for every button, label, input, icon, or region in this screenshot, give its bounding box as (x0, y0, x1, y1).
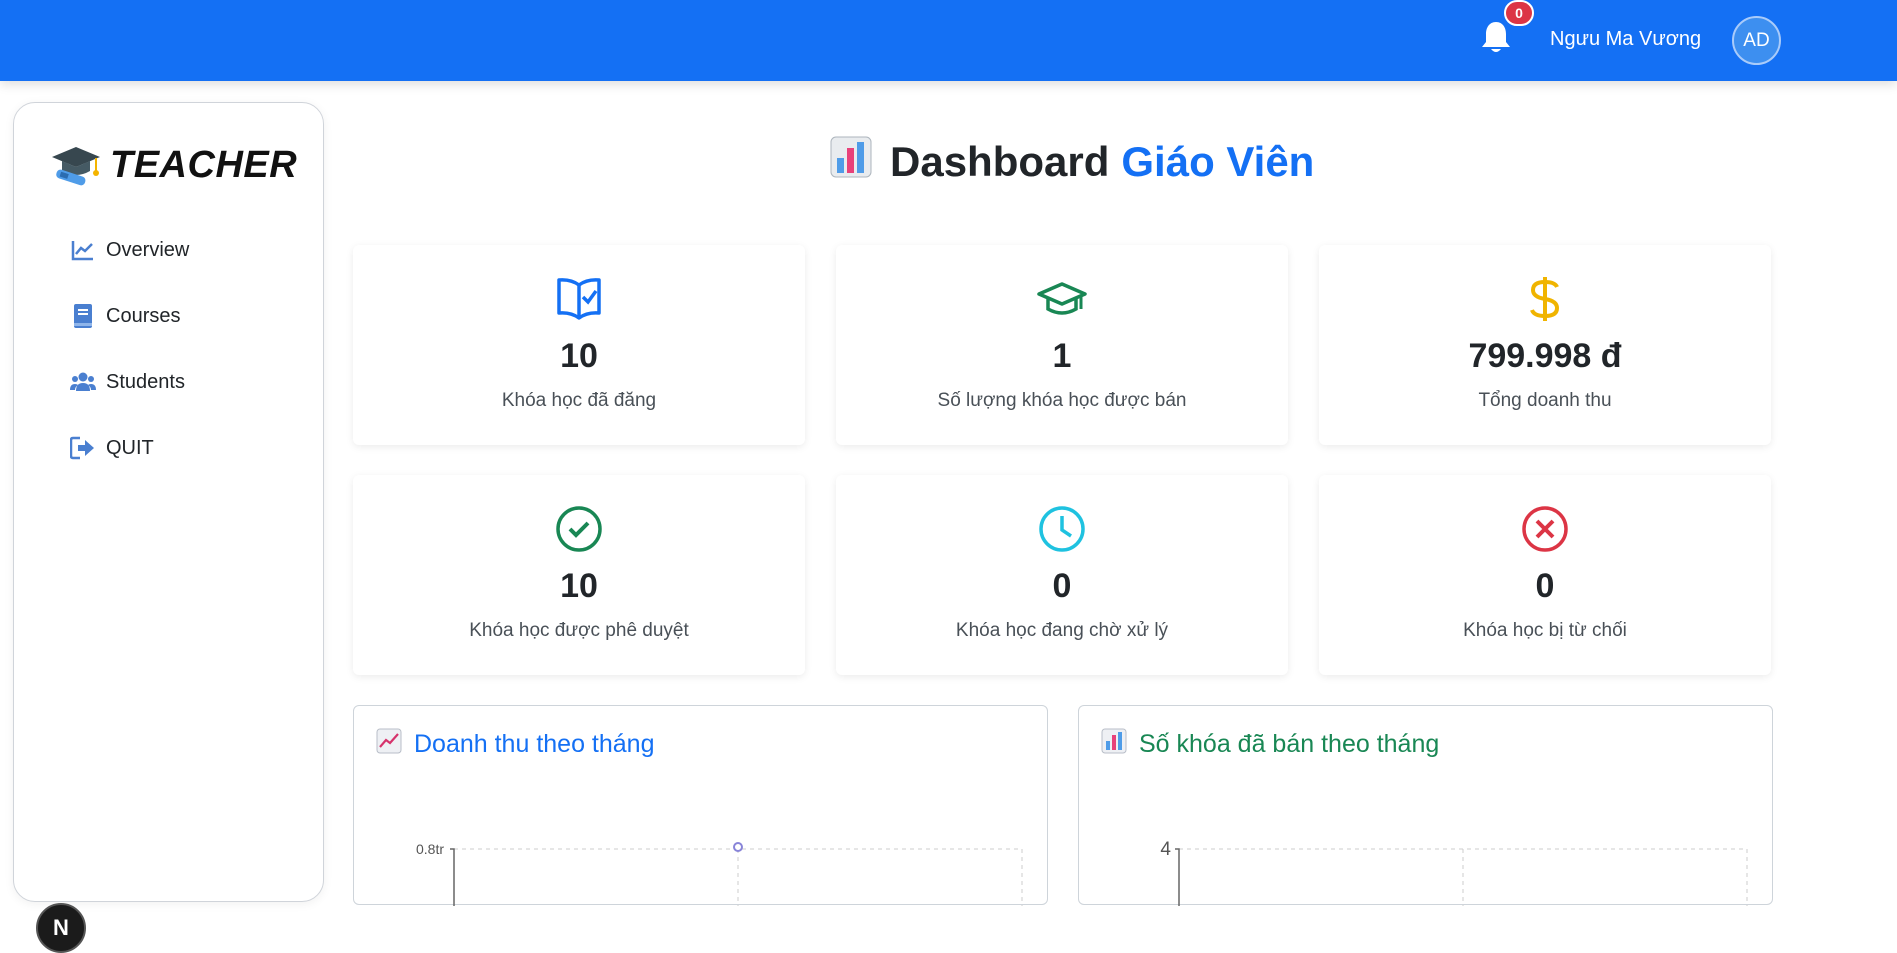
notification-bell-icon[interactable] (1480, 20, 1512, 56)
sold-courses-chart-card: Số khóa đã bán theo tháng 4 (1078, 705, 1773, 906)
stat-label: Khóa học bị từ chối (1463, 620, 1627, 641)
bar-chart-icon (1101, 728, 1127, 761)
page-title: Dashboard Giáo Viên (830, 136, 1314, 188)
sidebar-item-label: Students (106, 370, 185, 393)
stat-value: 10 (560, 337, 598, 375)
sign-out-icon (70, 435, 96, 461)
x-circle-icon (1521, 505, 1569, 553)
revenue-chart-card: Doanh thu theo tháng 0.8tr (353, 705, 1048, 906)
stat-value: 1 (1052, 337, 1072, 375)
stat-card-approved-courses: 10 Khóa học được phê duyệt (353, 475, 805, 675)
stat-label: Khóa học đang chờ xử lý (955, 620, 1169, 641)
y-axis (1175, 848, 1180, 906)
page-title-text: Dashboard (890, 138, 1110, 185)
graduation-cap-icon (50, 143, 102, 187)
stat-value: 799.998 đ (1468, 337, 1622, 375)
check-circle-icon (555, 505, 603, 553)
y-tick-label: 0.8tr (416, 841, 444, 857)
stat-label: Khóa học được phê duyệt (469, 620, 689, 641)
users-icon (70, 369, 96, 395)
dollar-icon (1527, 275, 1563, 323)
bar-chart-icon (830, 136, 872, 188)
stat-card-sold-courses: 1 Số lượng khóa học được bán (836, 245, 1288, 445)
trend-chart-icon (376, 728, 402, 761)
y-tick-label: 4 (1160, 839, 1171, 860)
stat-label: Số lượng khóa học được bán (937, 390, 1187, 411)
notification-count-badge: 0 (1504, 0, 1534, 26)
stat-value: 10 (560, 567, 598, 605)
data-point[interactable] (733, 842, 743, 852)
chart-title-text: Doanh thu theo tháng (414, 730, 655, 758)
clock-icon (1038, 505, 1086, 553)
stat-label: Tổng doanh thu (1478, 390, 1612, 411)
chart-title: Số khóa đã bán theo tháng (1101, 728, 1439, 761)
page-title-highlight: Giáo Viên (1121, 138, 1315, 185)
brand-logo[interactable]: TEACHER (50, 143, 297, 187)
stat-card-pending-courses: 0 Khóa học đang chờ xử lý (836, 475, 1288, 675)
sidebar-item-courses[interactable]: Courses (70, 303, 180, 329)
line-chart-icon (70, 237, 96, 263)
sidebar-item-students[interactable]: Students (70, 369, 185, 395)
sidebar: TEACHER Overview Courses Students QUIT N (13, 102, 324, 953)
sidebar-item-quit[interactable]: QUIT (70, 435, 154, 461)
book-check-icon (555, 275, 603, 323)
chart-title: Doanh thu theo tháng (376, 728, 654, 761)
top-navbar: 0 Ngưu Ma Vương AD (0, 0, 1897, 81)
book-icon (70, 303, 96, 329)
stat-card-rejected-courses: 0 Khóa học bị từ chối (1319, 475, 1771, 675)
chart-title-text: Số khóa đã bán theo tháng (1139, 730, 1440, 758)
stat-value: 0 (1052, 567, 1072, 605)
revenue-line-chart: 0.8tr (416, 841, 1023, 906)
stat-card-posted-courses: 10 Khóa học đã đăng (353, 245, 805, 445)
stat-value: 0 (1535, 567, 1555, 605)
avatar[interactable]: AD (1732, 16, 1781, 65)
sidebar-item-overview[interactable]: Overview (70, 237, 189, 263)
sidebar-item-label: Courses (106, 304, 181, 327)
graduation-cap-icon (1037, 275, 1087, 323)
sold-courses-bar-chart: 4 (1160, 839, 1748, 906)
user-name[interactable]: Ngưu Ma Vương (1550, 28, 1701, 51)
brand-name: TEACHER (110, 143, 298, 186)
stat-card-total-revenue: 799.998 đ Tổng doanh thu (1319, 245, 1771, 445)
y-axis (450, 848, 455, 906)
stat-label: Khóa học đã đăng (501, 390, 657, 411)
next-dev-indicator-button[interactable]: N (36, 903, 86, 953)
sidebar-item-label: Overview (106, 238, 190, 261)
sidebar-item-label: QUIT (106, 436, 154, 459)
